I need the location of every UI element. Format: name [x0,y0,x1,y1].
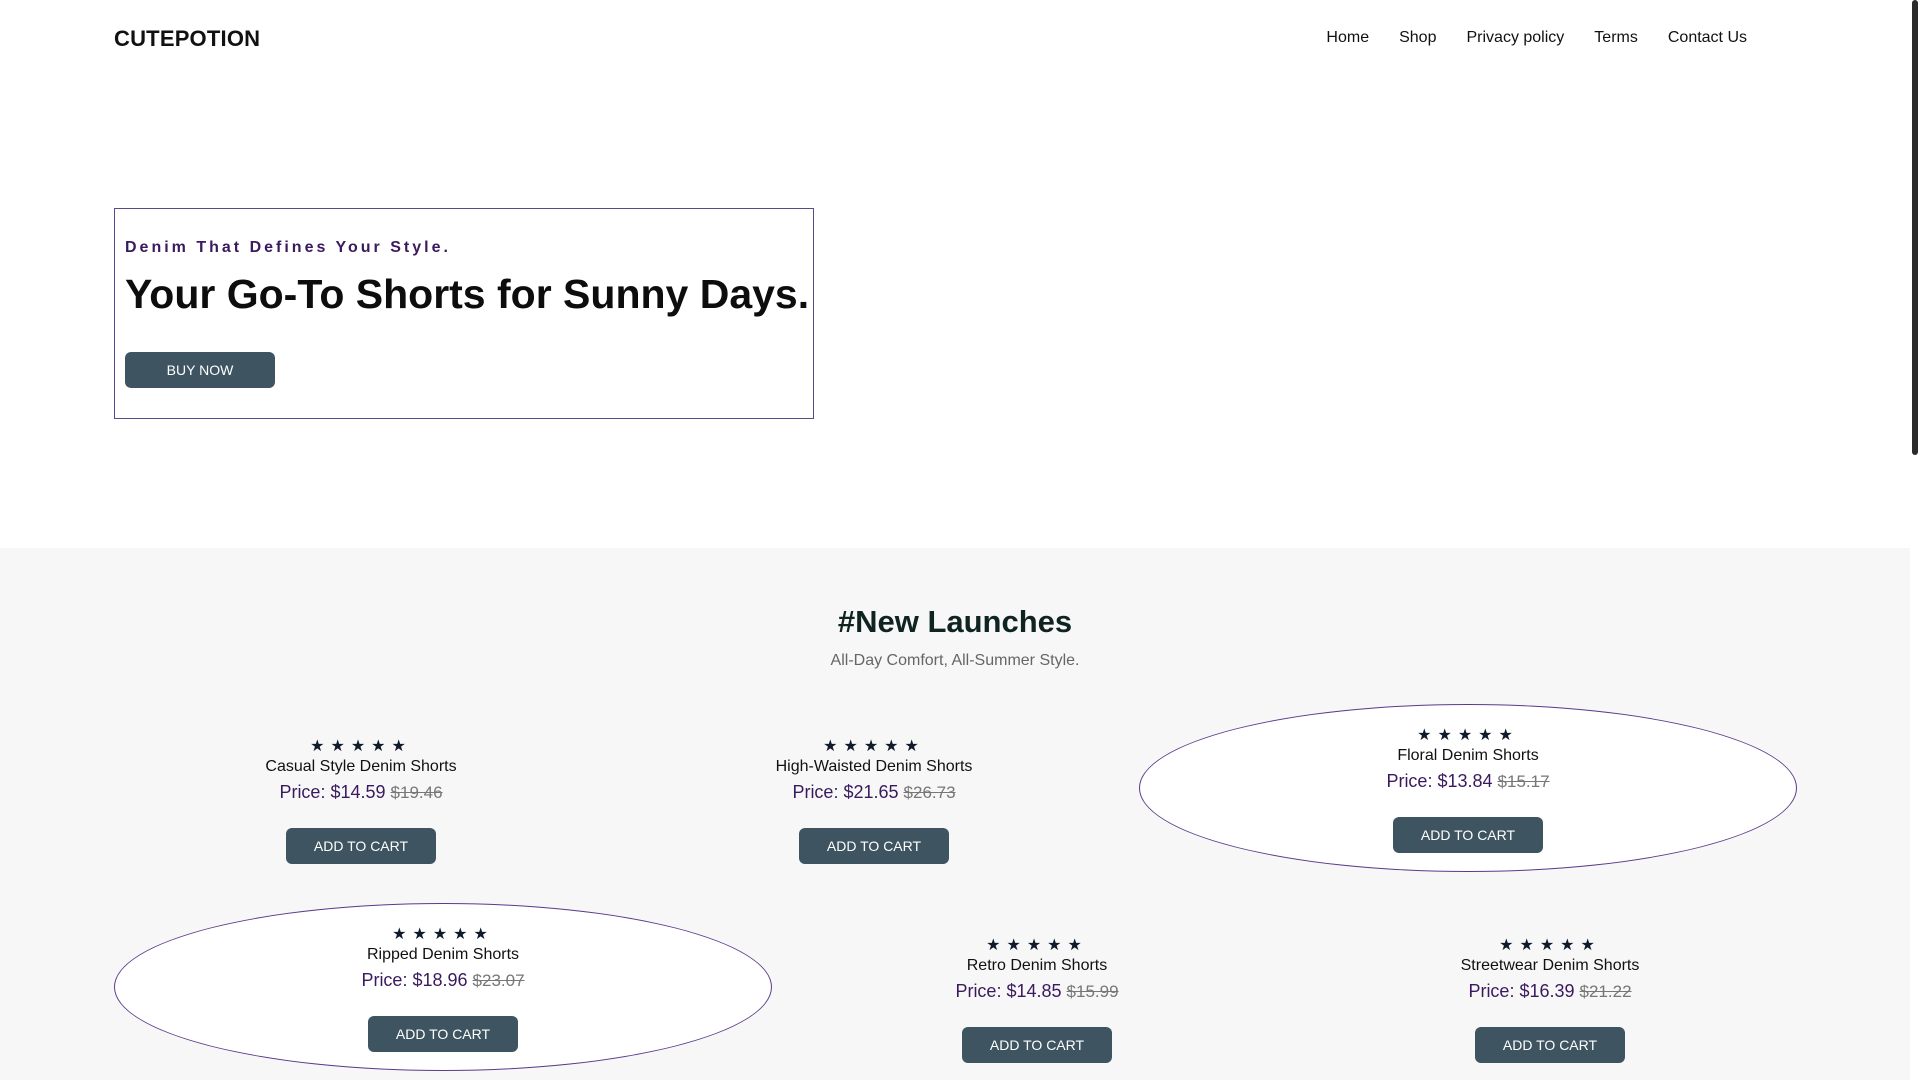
add-to-cart-button[interactable]: ADD TO CART [1393,817,1543,853]
new-launches-section: #New Launches All-Day Comfort, All-Summe… [0,548,1910,1080]
product-name[interactable]: Streetwear Denim Shorts [1221,957,1879,975]
product-card: ★★★★★ Floral Denim Shorts Price: $13.84 … [1139,704,1797,872]
section-subtitle: All-Day Comfort, All-Summer Style. [830,652,1080,669]
rating-stars-icon: ★★★★★ [1499,937,1601,954]
site-logo[interactable]: CUTEPOTION [114,26,260,52]
old-price: $26.73 [903,783,956,802]
add-to-cart-button[interactable]: ADD TO CART [286,828,436,864]
old-price: $19.46 [390,783,443,802]
product-price: Price: $18.96 $23.07 [361,970,525,990]
product-card: ★★★★★ Streetwear Denim Shorts Price: $16… [1221,915,1879,1080]
product-name[interactable]: High-Waisted Denim Shorts [545,758,1203,776]
hero-title: Your Go-To Shorts for Sunny Days. [125,271,810,317]
product-price: Price: $16.39 $21.22 [1468,981,1632,1001]
hero-banner: Denim That Defines Your Style. Your Go-T… [114,208,814,419]
page-scrollbar[interactable] [1910,0,1920,1080]
nav-contact-us[interactable]: Contact Us [1668,29,1747,47]
nav-shop[interactable]: Shop [1399,29,1436,47]
buy-now-button[interactable]: BUY NOW [125,352,275,388]
section-title: #New Launches [837,604,1073,639]
rating-stars-icon: ★★★★★ [1417,727,1519,744]
nav-terms[interactable]: Terms [1594,29,1638,47]
add-to-cart-button[interactable]: ADD TO CART [962,1027,1112,1063]
rating-stars-icon: ★★★★★ [823,738,925,755]
nav-home[interactable]: Home [1326,29,1369,47]
product-card: ★★★★★ Ripped Denim Shorts Price: $18.96 … [114,903,772,1071]
old-price: $15.17 [1497,772,1550,791]
main-nav: Home Shop Privacy policy Terms Contact U… [1296,29,1747,47]
old-price: $15.99 [1066,982,1119,1001]
site-header: CUTEPOTION Home Shop Privacy policy Term… [0,0,1910,78]
scrollbar-thumb[interactable] [1912,0,1918,455]
add-to-cart-button[interactable]: ADD TO CART [368,1016,518,1052]
rating-stars-icon: ★★★★★ [392,926,494,943]
add-to-cart-button[interactable]: ADD TO CART [799,828,949,864]
nav-privacy-policy[interactable]: Privacy policy [1466,29,1564,47]
product-price: Price: $21.65 $26.73 [792,782,956,802]
hero-kicker: Denim That Defines Your Style. [125,239,451,256]
old-price: $21.22 [1579,982,1632,1001]
product-name[interactable]: Ripped Denim Shorts [115,946,771,964]
add-to-cart-button[interactable]: ADD TO CART [1475,1027,1625,1063]
product-price: Price: $13.84 $15.17 [1386,771,1550,791]
old-price: $23.07 [472,971,525,990]
product-card: ★★★★★ High-Waisted Denim Shorts Price: $… [545,716,1203,884]
product-name[interactable]: Floral Denim Shorts [1140,747,1796,765]
